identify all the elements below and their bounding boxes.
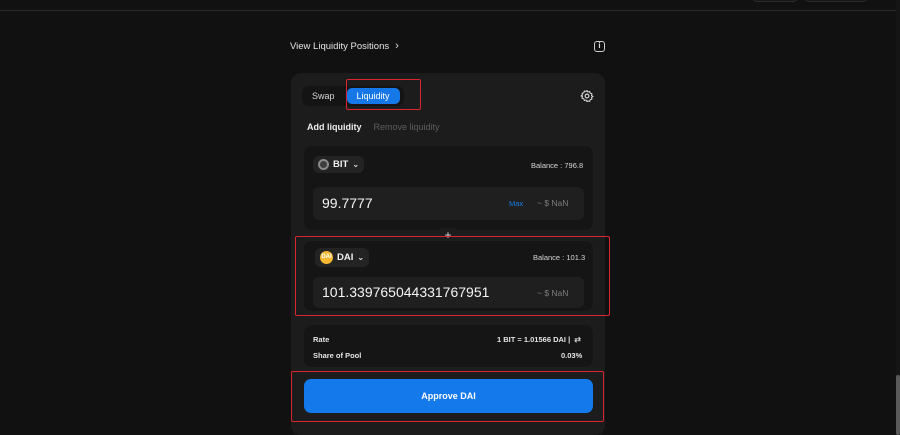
view-positions-label: View Liquidity Positions (290, 40, 390, 52)
scrollbar-thumb[interactable] (896, 375, 900, 435)
plus-icon: + (438, 228, 458, 242)
token-a-selector[interactable]: BIT ⌄ (313, 156, 365, 173)
max-button[interactable]: Max (509, 199, 523, 208)
info-icon[interactable]: i (594, 41, 605, 52)
gear-icon[interactable] (580, 89, 594, 103)
token-a-balance: Balance : 796.8 (531, 161, 584, 170)
token-a-symbol: BIT (333, 159, 349, 170)
share-of-pool-label: Share of Pool (313, 351, 362, 360)
top-bar (0, 0, 900, 11)
dai-token-icon: DAI (320, 251, 333, 264)
token-b-usd-value: ~ $ NaN (537, 288, 569, 298)
pool-info-panel (304, 325, 593, 367)
view-liquidity-positions-link[interactable]: View Liquidity Positions › (290, 40, 399, 52)
rate-label: Rate (313, 335, 330, 344)
token-a-usd-value: ~ $ NaN (537, 198, 569, 208)
token-a-amount-value[interactable]: 99.7777 (322, 195, 373, 211)
token-b-selector[interactable]: DAI DAI ⌄ (315, 248, 370, 267)
mode-tabs: Swap Liquidity (302, 86, 404, 106)
token-b-amount-value[interactable]: 101.339765044331767951 (322, 284, 489, 300)
token-b-balance: Balance : 101.3 (533, 253, 586, 262)
top-button-outline[interactable] (752, 0, 798, 2)
share-of-pool-value: 0.03% (561, 351, 583, 360)
rate-value-group: 1 BIT = 1.01566 DAI | ⇄ (497, 335, 581, 344)
liquidity-subtabs: Add liquidity Remove liquidity (307, 122, 440, 132)
subtab-remove-liquidity[interactable]: Remove liquidity (374, 122, 440, 132)
scrollbar-track[interactable] (896, 0, 900, 435)
rate-value: 1 BIT = 1.01566 DAI | (497, 335, 571, 344)
swap-arrows-icon[interactable]: ⇄ (574, 335, 581, 344)
bit-token-icon (318, 159, 329, 170)
chevron-right-icon: › (395, 40, 399, 52)
tab-liquidity[interactable]: Liquidity (346, 88, 400, 104)
top-button-outline-2[interactable] (804, 0, 868, 2)
token-b-symbol: DAI (337, 252, 354, 263)
tab-swap[interactable]: Swap (306, 91, 341, 101)
chevron-down-icon: ⌄ (357, 253, 365, 262)
chevron-down-icon: ⌄ (352, 160, 360, 169)
subtab-add-liquidity[interactable]: Add liquidity (307, 122, 362, 132)
approve-dai-button[interactable]: Approve DAI (304, 379, 593, 413)
